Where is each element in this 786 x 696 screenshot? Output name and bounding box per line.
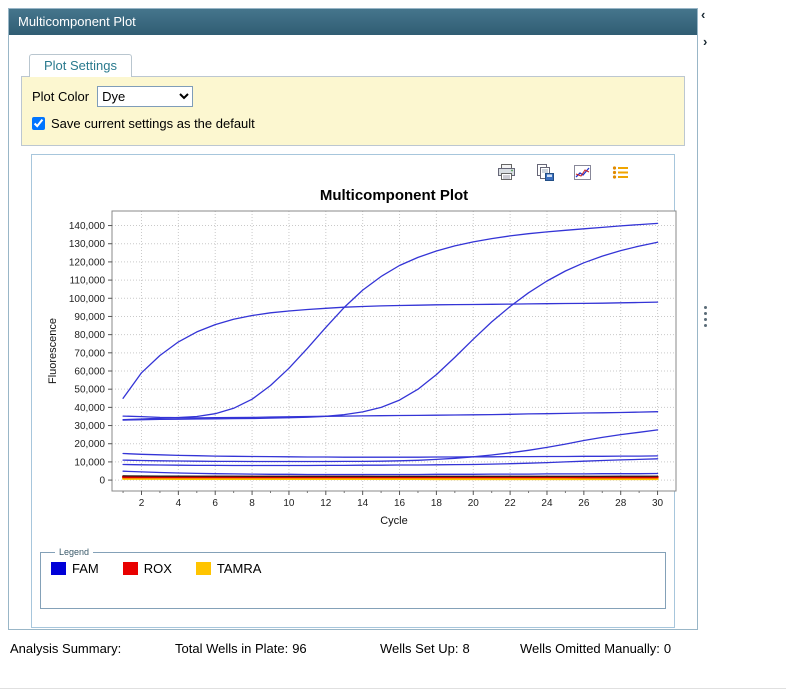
svg-text:2: 2 — [139, 498, 145, 509]
svg-text:110,000: 110,000 — [70, 276, 106, 287]
panel-content: Plot Settings Plot Color Dye Save curren… — [9, 35, 697, 628]
collapse-pane-button[interactable]: ‹ — [701, 8, 705, 22]
pane-splitter[interactable]: ‹ › — [700, 8, 714, 630]
svg-text:60,000: 60,000 — [74, 367, 105, 378]
svg-text:100,000: 100,000 — [69, 294, 106, 305]
multicomponent-plot-chart: 0 10,000 20,000 30,000 40,000 50,000 60,000 70,… — [38, 185, 690, 537]
bottom-divider — [0, 688, 786, 689]
total-wells-label: Total Wells in Plate: — [175, 641, 288, 656]
legend-swatch — [51, 562, 66, 575]
svg-text:4: 4 — [176, 498, 182, 509]
svg-text:6: 6 — [212, 498, 218, 509]
svg-text:22: 22 — [505, 498, 517, 509]
svg-text:10,000: 10,000 — [74, 457, 105, 468]
wells-setup-label: Wells Set Up: — [380, 641, 459, 656]
plot-color-select[interactable]: Dye — [97, 86, 193, 107]
tab-plot-settings[interactable]: Plot Settings — [29, 54, 132, 77]
application-workspace: Multicomponent Plot Plot Settings Plot C… — [0, 0, 786, 696]
legend-view-icon — [611, 164, 630, 181]
multicomponent-plot-panel: Multicomponent Plot Plot Settings Plot C… — [8, 8, 698, 630]
svg-text:12: 12 — [320, 498, 332, 509]
legend-items: FAM ROX TAMRA — [51, 561, 655, 576]
svg-text:24: 24 — [541, 498, 553, 509]
analysis-summary-label: Analysis Summary: — [10, 641, 121, 656]
total-wells-value: 96 — [292, 641, 306, 656]
panel-title: Multicomponent Plot — [18, 14, 136, 29]
svg-text:20,000: 20,000 — [74, 439, 105, 450]
svg-text:70,000: 70,000 — [74, 348, 105, 359]
save-default-label[interactable]: Save current settings as the default — [51, 116, 255, 131]
svg-text:Fluorescence: Fluorescence — [47, 318, 59, 384]
svg-text:8: 8 — [249, 498, 255, 509]
legend-view-button[interactable] — [608, 161, 632, 183]
svg-text:Cycle: Cycle — [380, 515, 408, 527]
svg-text:20: 20 — [468, 498, 480, 509]
plot-color-row: Plot Color Dye — [32, 86, 674, 107]
svg-text:26: 26 — [578, 498, 590, 509]
wells-omitted-label: Wells Omitted Manually: — [520, 641, 660, 656]
svg-text:80,000: 80,000 — [74, 330, 105, 341]
expand-pane-button[interactable]: › — [703, 35, 707, 49]
legend-item-tamra: TAMRA — [196, 561, 262, 576]
svg-text:14: 14 — [357, 498, 369, 509]
legend-swatch — [123, 562, 138, 575]
print-icon — [497, 164, 516, 181]
splitter-handle-icon[interactable] — [704, 306, 707, 327]
plot-color-label: Plot Color — [32, 89, 89, 104]
svg-text:130,000: 130,000 — [69, 239, 106, 250]
svg-text:10: 10 — [283, 498, 295, 509]
analysis-summary-bar: Analysis Summary: Total Wells in Plate: 9… — [0, 641, 786, 661]
svg-text:90,000: 90,000 — [74, 312, 105, 323]
legend-item-fam: FAM — [51, 561, 99, 576]
panel-titlebar: Multicomponent Plot — [9, 9, 697, 35]
save-default-row: Save current settings as the default — [32, 116, 674, 131]
chart-frame: 0 10,000 20,000 30,000 40,000 50,000 60,000 70,… — [31, 154, 675, 628]
chart-toolbar — [38, 157, 668, 185]
svg-text:50,000: 50,000 — [74, 385, 105, 396]
copy-plot-button[interactable] — [532, 161, 556, 183]
legend-item-rox: ROX — [123, 561, 172, 576]
wells-omitted-value: 0 — [664, 641, 671, 656]
svg-text:30: 30 — [652, 498, 664, 509]
copy-plot-icon — [535, 164, 554, 181]
svg-text:0: 0 — [99, 476, 105, 487]
wells-setup-value: 8 — [463, 641, 470, 656]
svg-text:Multicomponent Plot: Multicomponent Plot — [320, 187, 468, 204]
svg-text:140,000: 140,000 — [69, 221, 106, 232]
legend-swatch — [196, 562, 211, 575]
legend-label: ROX — [144, 561, 172, 576]
svg-text:28: 28 — [615, 498, 627, 509]
chart-view-button[interactable] — [570, 161, 594, 183]
chart-view-icon — [573, 164, 592, 181]
legend-title: Legend — [55, 547, 93, 557]
svg-text:16: 16 — [394, 498, 406, 509]
svg-text:18: 18 — [431, 498, 443, 509]
svg-text:30,000: 30,000 — [74, 421, 105, 432]
legend-label: TAMRA — [217, 561, 262, 576]
plot-settings-box: Plot Color Dye Save current settings as … — [21, 76, 685, 146]
legend-label: FAM — [72, 561, 99, 576]
chart-legend: Legend FAM ROX TAMRA — [40, 547, 666, 609]
save-default-checkbox[interactable] — [32, 117, 45, 130]
svg-text:40,000: 40,000 — [74, 403, 105, 414]
svg-text:120,000: 120,000 — [69, 257, 106, 268]
print-button[interactable] — [494, 161, 518, 183]
